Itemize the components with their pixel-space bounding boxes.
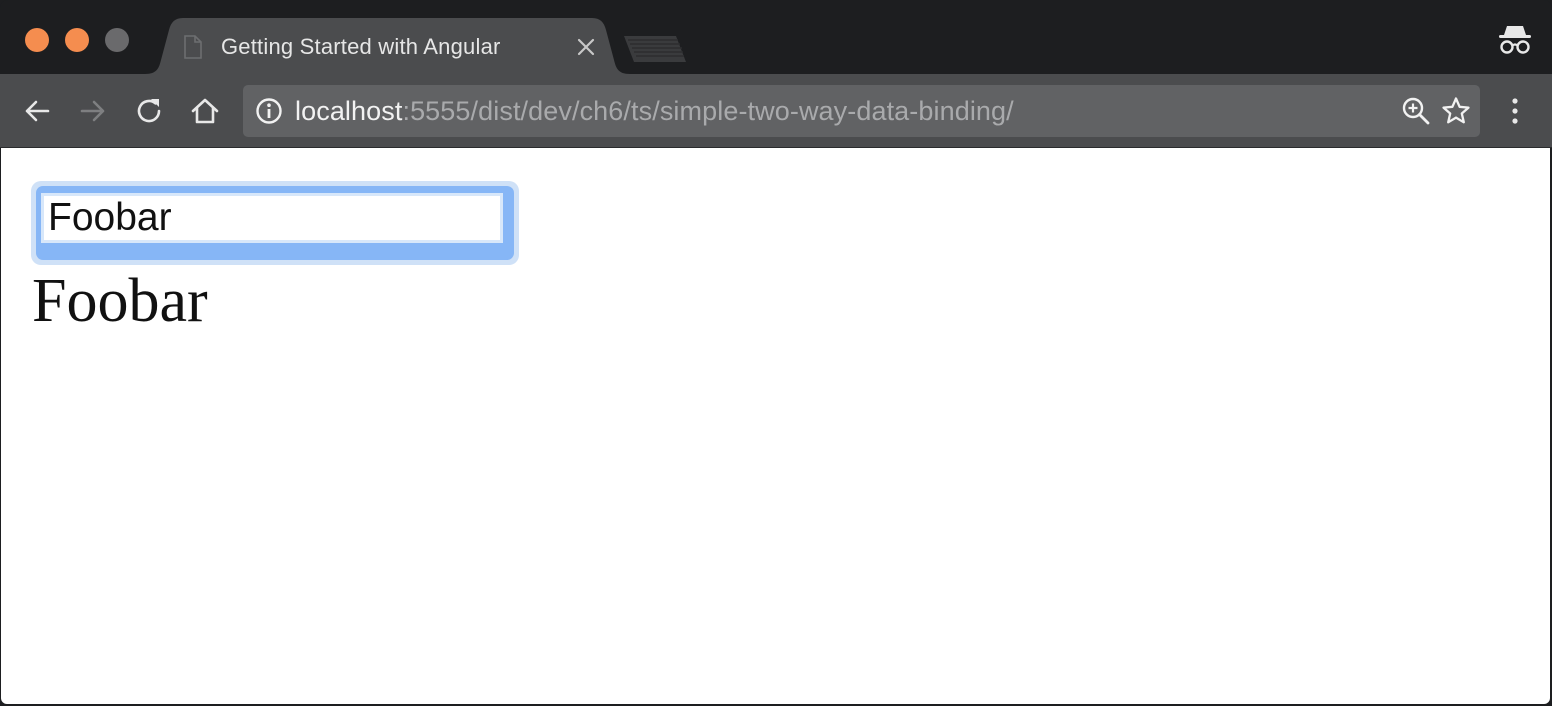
window-close-button[interactable] xyxy=(25,28,49,52)
reload-icon[interactable] xyxy=(132,94,166,128)
browser-toolbar: localhost:5555/dist/dev/ch6/ts/simple-tw… xyxy=(0,74,1552,148)
page-icon xyxy=(183,35,203,59)
home-icon[interactable] xyxy=(188,94,222,128)
active-tab[interactable]: Getting Started with Angular xyxy=(145,18,630,74)
address-bar[interactable]: localhost:5555/dist/dev/ch6/ts/simple-tw… xyxy=(243,85,1480,137)
tab-close-icon[interactable] xyxy=(575,36,597,58)
menu-dots-icon[interactable] xyxy=(1498,94,1532,128)
url-host: localhost xyxy=(295,96,403,126)
bound-text-output: Foobar xyxy=(32,267,208,335)
info-icon[interactable] xyxy=(255,97,283,125)
zoom-icon[interactable] xyxy=(1401,96,1431,126)
window-minimize-button[interactable] xyxy=(65,28,89,52)
text-input[interactable] xyxy=(41,193,503,243)
page-content: Foobar xyxy=(1,148,1550,704)
tab-strip: Getting Started with Angular xyxy=(0,0,1552,74)
url-text: localhost:5555/dist/dev/ch6/ts/simple-tw… xyxy=(295,96,1014,127)
forward-arrow-icon[interactable] xyxy=(76,94,110,128)
tab-title: Getting Started with Angular xyxy=(221,34,501,59)
star-icon[interactable] xyxy=(1441,96,1471,126)
input-focus-halo xyxy=(31,181,519,265)
incognito-icon xyxy=(1496,22,1534,56)
new-tab-button[interactable] xyxy=(620,34,690,64)
url-path: :5555/dist/dev/ch6/ts/simple-two-way-dat… xyxy=(402,96,1014,126)
browser-window: Getting Started with Angular localhost:5… xyxy=(0,0,1552,706)
back-arrow-icon[interactable] xyxy=(20,94,54,128)
window-maximize-button[interactable] xyxy=(105,28,129,52)
